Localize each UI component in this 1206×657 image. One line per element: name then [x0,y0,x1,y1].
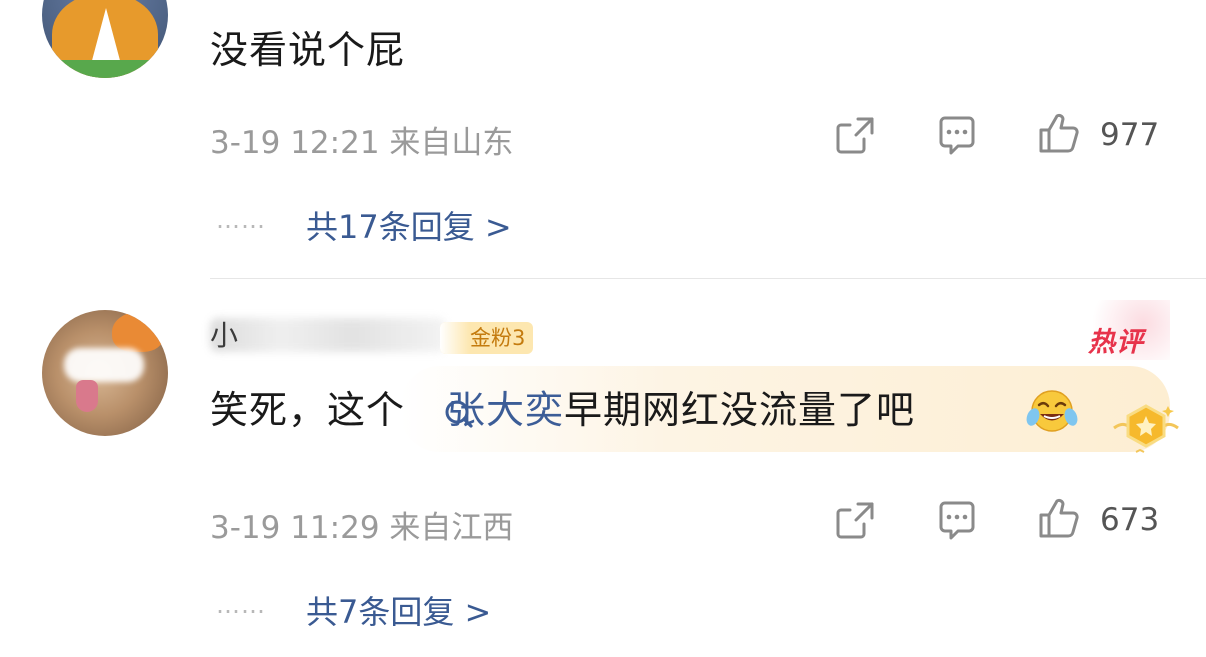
share-icon[interactable] [834,500,876,540]
avatar-tongue [76,380,98,412]
avatar[interactable] [42,0,168,78]
username[interactable]: 小 [210,314,238,354]
divider [210,278,1206,279]
hot-comment-tag: 热评 [1088,327,1144,358]
fans-badge: 金粉3 [440,322,534,354]
comment-icon[interactable] [936,116,978,156]
comment-text-after: 早期网红没流量了吧 [564,388,916,432]
username-blurred[interactable] [210,318,446,352]
medal-badge-icon [1113,404,1179,453]
like-count: 977 [1100,117,1160,153]
comment-meta: 3-19 11:29 来自江西 [210,510,514,546]
thumbs-up-icon[interactable] [1038,112,1080,154]
comment-text-before: 笑死，这个 [210,388,406,432]
thumbs-up-icon[interactable] [1038,497,1080,539]
search-icon[interactable] [442,397,478,433]
view-replies-link[interactable]: 共7条回复 > [306,587,491,633]
comment-meta: 3-19 12:21 来自山东 [210,125,514,161]
reply-dots: …… [216,206,266,234]
view-replies-link[interactable]: 共17条回复 > [306,202,512,248]
share-icon[interactable] [834,115,876,155]
comment-text: 笑死，这个 张大奕早期网红没流量了吧 [210,386,915,434]
avatar-triangle [90,8,122,68]
laughing-emoji-icon [1026,390,1078,432]
avatar-ear [112,312,164,352]
comment-icon[interactable] [936,501,978,541]
fans-badge-label: 金粉3 [470,326,526,350]
reply-dots: …… [216,591,266,619]
avatar-grass [42,60,168,78]
comment-text: 没看说个屁 [210,28,406,72]
avatar-blur [64,348,144,382]
like-count: 673 [1100,502,1160,538]
avatar[interactable] [42,310,168,436]
